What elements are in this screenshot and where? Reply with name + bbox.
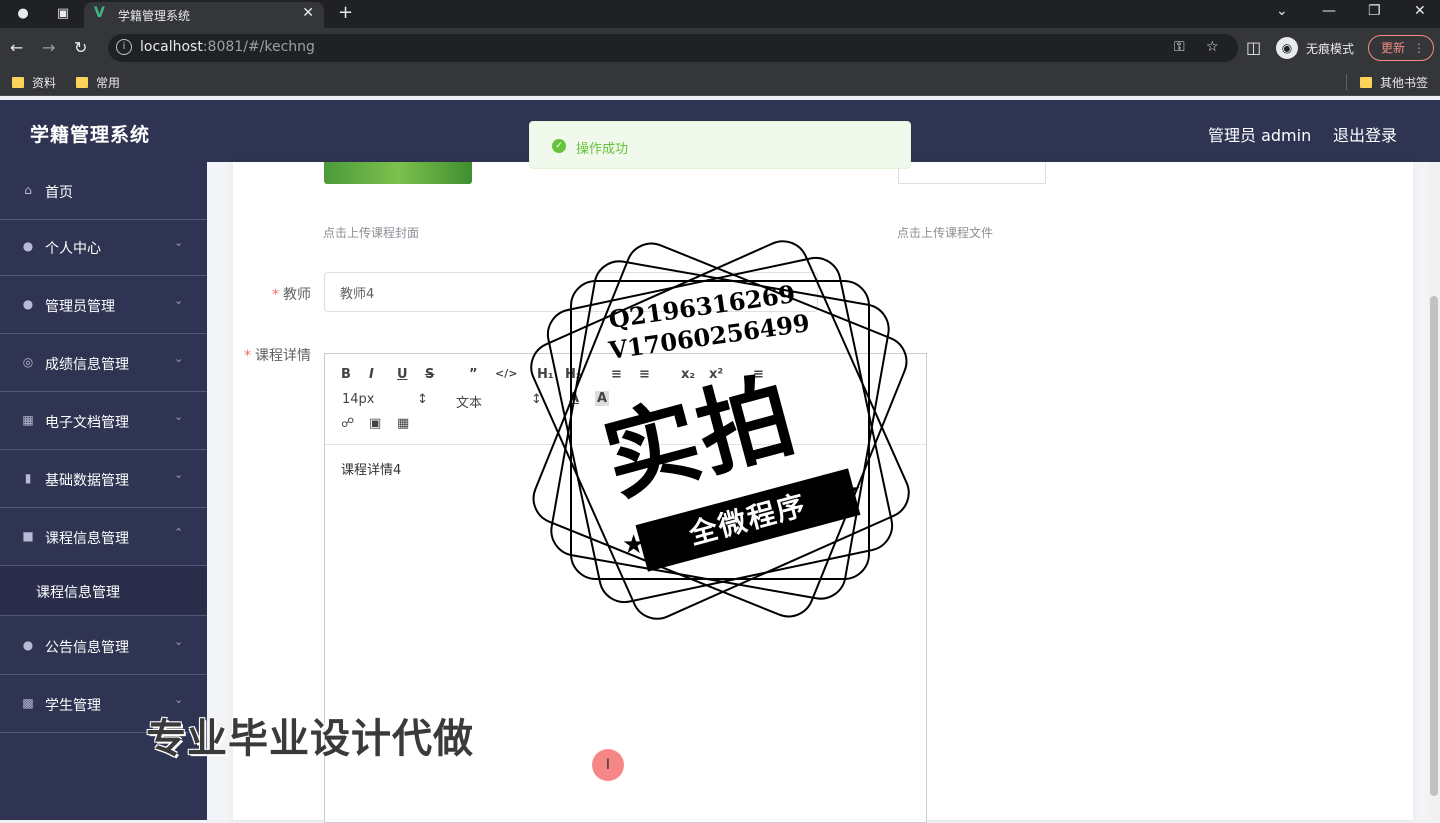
star-icon: ★: [838, 476, 862, 506]
star-icon[interactable]: ☆: [1206, 39, 1219, 55]
close-tab-icon[interactable]: ✕: [302, 5, 314, 21]
user-icon: ●: [22, 239, 34, 253]
reload-icon[interactable]: ↻: [74, 38, 87, 57]
text-cursor-icon: I: [592, 749, 624, 781]
course-cover-image[interactable]: [324, 162, 472, 184]
chevron-down-icon: ⌄: [174, 410, 184, 423]
restore-icon[interactable]: ❐: [1368, 3, 1381, 19]
editor-content[interactable]: 课程详情4: [341, 459, 401, 478]
course-detail-label: * 课程详情: [244, 348, 311, 364]
submenu-item-course-info[interactable]: 课程信息管理: [0, 566, 207, 616]
italic-icon[interactable]: I: [369, 367, 374, 382]
sidebar-item-announcements[interactable]: ● 公告信息管理 ⌄: [0, 617, 207, 675]
url-text: localhost:8081/#/kechng: [140, 39, 315, 55]
document-icon: ▦: [22, 413, 34, 427]
bookmark-folder[interactable]: 常用: [76, 74, 120, 91]
bold-icon[interactable]: B: [341, 367, 351, 382]
bookmarks-bar: 资料 常用 其他书签: [0, 68, 1440, 96]
star-icon: ★: [622, 530, 646, 560]
vue-logo-icon: V: [94, 5, 105, 21]
other-bookmarks[interactable]: 其他书签: [1360, 74, 1428, 91]
more-icon[interactable]: ⋮: [1413, 36, 1425, 60]
browser-tab-bar: ● ▣ V 学籍管理系统 ✕ + ⌄ — ❐ ✕: [0, 0, 1440, 28]
briefcase-icon: ▩: [22, 696, 34, 710]
back-icon[interactable]: ←: [10, 38, 23, 57]
chevron-updown-icon: ↕: [417, 392, 428, 407]
info-icon[interactable]: i: [116, 39, 132, 55]
underline-icon[interactable]: U: [397, 367, 408, 382]
code-icon[interactable]: </>: [495, 367, 517, 380]
new-tab-icon[interactable]: +: [338, 2, 353, 23]
folder-icon: [76, 77, 88, 88]
tab-title: 学籍管理系统: [118, 9, 191, 23]
watermark-text: 专业毕业设计代做: [146, 716, 474, 762]
admin-icon: ●: [22, 297, 34, 311]
key-icon[interactable]: ⚿: [1174, 39, 1185, 55]
cover-upload-hint: 点击上传课程封面: [323, 226, 420, 240]
file-upload-hint: 点击上传课程文件: [897, 226, 994, 240]
image-icon[interactable]: ▣: [369, 416, 381, 431]
mic-icon: ◎: [22, 355, 34, 369]
divider: [1346, 74, 1347, 90]
minimize-icon[interactable]: —: [1322, 3, 1336, 19]
sidebar-item-basic-data[interactable]: ▮ 基础数据管理 ⌄: [0, 450, 207, 508]
check-circle-icon: ✓: [552, 139, 566, 153]
browser-toolbar: ← → ↻ i localhost:8081/#/kechng ⚿ ☆ ◫ ◉ …: [0, 28, 1440, 68]
app-title: 学籍管理系统: [30, 124, 151, 146]
chevron-down-icon: ⌄: [174, 352, 184, 365]
browser-tab[interactable]: V 学籍管理系统 ✕: [84, 2, 324, 28]
sidebar-item-personal-center[interactable]: ● 个人中心 ⌄: [0, 218, 207, 276]
scrollbar[interactable]: [1428, 162, 1440, 820]
incognito-icon: ◉: [1276, 37, 1298, 59]
watermark-stamp: Q2196316269 V17060256499 实拍 全微程序 ★ ★: [521, 231, 919, 629]
chevron-down-icon[interactable]: ⌄: [1276, 3, 1288, 19]
user-icon: ●: [22, 638, 34, 652]
sidebar-item-home[interactable]: ⌂ 首页: [0, 162, 207, 220]
side-panel-icon[interactable]: ◫: [1246, 38, 1261, 57]
quote-icon[interactable]: ”: [469, 367, 478, 382]
forward-icon[interactable]: →: [42, 38, 55, 57]
update-button[interactable]: 更新 ⋮: [1368, 35, 1434, 61]
strikethrough-icon[interactable]: S: [425, 367, 434, 382]
chevron-down-icon: ⌄: [174, 468, 184, 481]
video-icon[interactable]: ▦: [397, 416, 409, 431]
chat-icon: ■: [22, 529, 34, 543]
font-family-select[interactable]: 文本: [456, 392, 482, 411]
chevron-up-icon: ⌃: [174, 526, 184, 539]
font-size-select[interactable]: 14px: [342, 392, 375, 407]
admin-name: 管理员 admin: [1208, 126, 1312, 145]
sidebar-item-grades[interactable]: ◎ 成绩信息管理 ⌄: [0, 334, 207, 392]
tab-list-icon[interactable]: ▣: [54, 5, 72, 23]
globe-icon[interactable]: ●: [14, 5, 32, 23]
sidebar-item-admin-management[interactable]: ● 管理员管理 ⌄: [0, 276, 207, 334]
chart-icon: ▮: [24, 471, 32, 485]
sidebar-item-course-info[interactable]: ■ 课程信息管理 ⌃: [0, 508, 207, 566]
home-icon: ⌂: [24, 183, 32, 197]
toast-message: 操作成功: [576, 142, 629, 157]
chevron-down-icon: ⌄: [174, 236, 184, 249]
teacher-label: * 教师: [272, 287, 311, 303]
chevron-down-icon: ⌄: [174, 294, 184, 307]
logout-link[interactable]: 退出登录: [1333, 122, 1397, 146]
scrollbar-thumb[interactable]: [1430, 296, 1438, 796]
folder-icon: [12, 77, 24, 88]
close-window-icon[interactable]: ✕: [1414, 3, 1426, 19]
success-toast: ✓ 操作成功: [529, 121, 911, 169]
folder-icon: [1360, 77, 1372, 88]
address-bar[interactable]: i localhost:8081/#/kechng ⚿ ☆: [108, 34, 1238, 62]
bookmark-folder[interactable]: 资料: [12, 74, 56, 91]
sidebar-item-documents[interactable]: ▦ 电子文档管理 ⌄: [0, 392, 207, 450]
course-file-upload[interactable]: [898, 162, 1046, 184]
link-icon[interactable]: ☍: [341, 416, 354, 431]
chevron-down-icon: ⌄: [174, 635, 184, 648]
chevron-down-icon: ⌄: [174, 693, 184, 706]
